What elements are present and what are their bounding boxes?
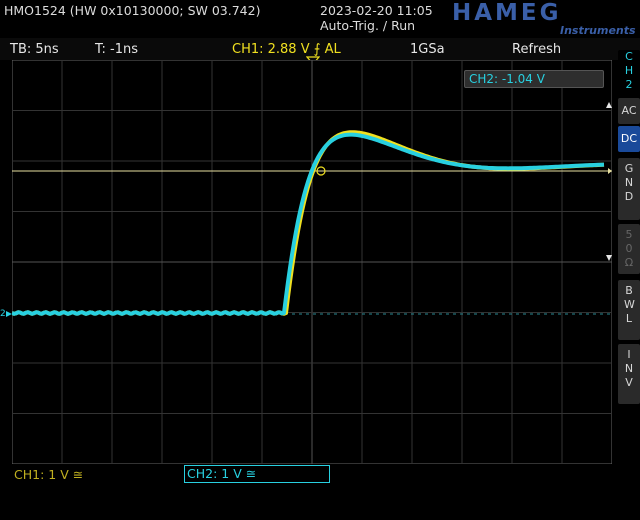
ch1-trigger[interactable]: CH1: 2.88 V ⨍ AL xyxy=(232,42,341,57)
coupling-ac-button[interactable]: AC xyxy=(618,98,640,124)
ch2-scale: CH2: 1 V ≅ xyxy=(187,466,257,481)
scroll-up-icon xyxy=(606,102,612,108)
trigger-mode: Auto-Trig. / Run xyxy=(320,18,416,33)
ch1-scale[interactable]: CH1: 1 V ≅ xyxy=(14,467,83,482)
coupling-gnd-button[interactable]: GND xyxy=(618,158,640,220)
sample-rate: 1GSa xyxy=(410,42,445,57)
svg-text:2: 2 xyxy=(0,309,6,319)
info-bar: TB: 5ns T: -1ns CH1: 2.88 V ⨍ AL 1GSa Re… xyxy=(0,38,640,60)
channel-menu-sidebar: CH2 AC DC GND 50Ω BWL INV xyxy=(618,40,640,460)
ch2-level-readout[interactable]: CH2: -1.04 V xyxy=(464,70,604,88)
ch2-scale-box[interactable]: CH2: 1 V ≅ xyxy=(184,465,330,483)
scroll-markers xyxy=(606,102,612,261)
waveform-screen[interactable] xyxy=(12,60,612,464)
timebase[interactable]: TB: 5ns xyxy=(10,42,59,57)
coupling-dc-button[interactable]: DC xyxy=(618,126,640,152)
ch2-ground-marker[interactable]: 2 xyxy=(0,306,14,320)
brand-logo: HAMEG xyxy=(452,0,562,26)
brand-subtitle: Instruments xyxy=(560,24,636,37)
impedance-50ohm-button[interactable]: 50Ω xyxy=(618,224,640,274)
sidebar-channel-label: CH2 xyxy=(618,50,640,92)
device-info: HMO1524 (HW 0x10130000; SW 03.742) xyxy=(4,3,261,18)
trigger-time[interactable]: T: -1ns xyxy=(95,42,138,57)
invert-button[interactable]: INV xyxy=(618,344,640,404)
bandwidth-limit-button[interactable]: BWL xyxy=(618,280,640,340)
datetime: 2023-02-20 11:05 xyxy=(320,3,433,18)
scroll-down-icon xyxy=(606,255,612,261)
refresh-mode[interactable]: Refresh xyxy=(512,42,561,57)
